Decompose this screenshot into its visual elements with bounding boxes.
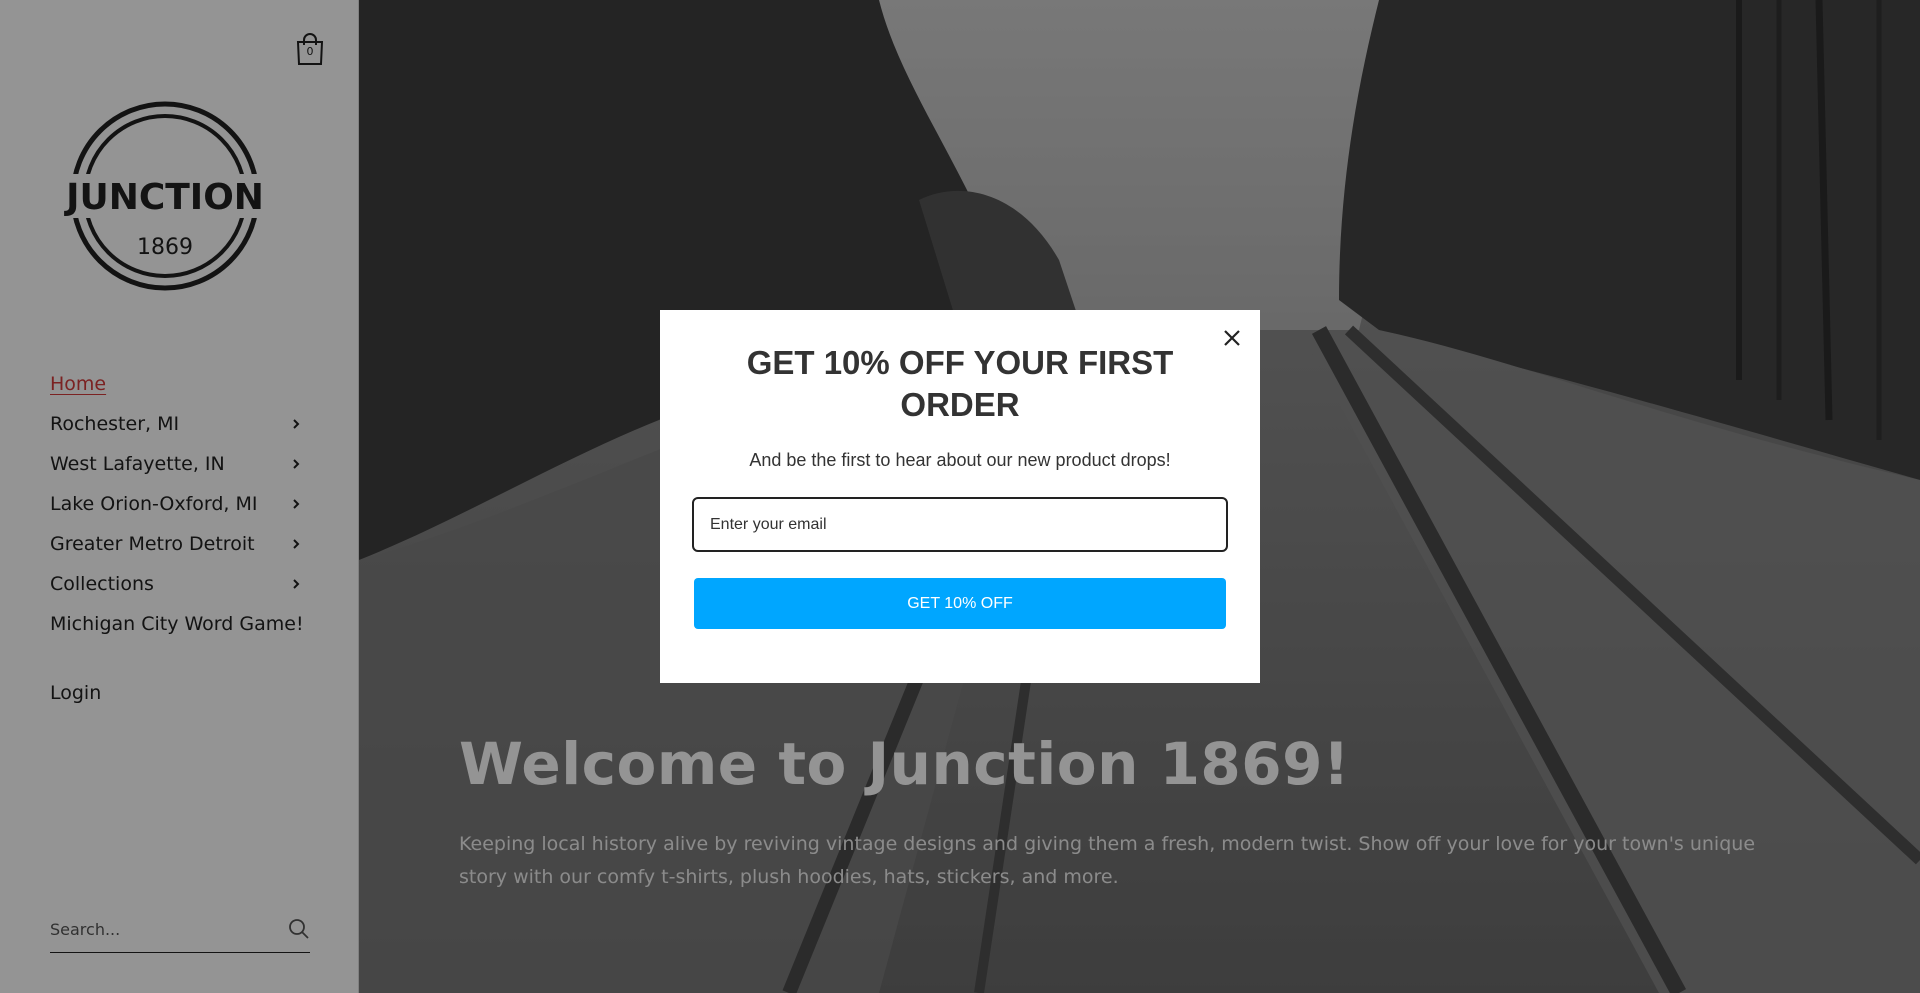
discount-popup: GET 10% OFF YOUR FIRST ORDER And be the … <box>660 310 1260 683</box>
close-button[interactable] <box>1218 324 1246 352</box>
email-field[interactable] <box>692 497 1228 552</box>
popup-subtitle: And be the first to hear about our new p… <box>749 450 1171 470</box>
popup-title: GET 10% OFF YOUR FIRST ORDER <box>746 344 1174 423</box>
close-icon <box>1224 330 1240 346</box>
get-discount-button[interactable]: GET 10% OFF <box>694 578 1226 629</box>
